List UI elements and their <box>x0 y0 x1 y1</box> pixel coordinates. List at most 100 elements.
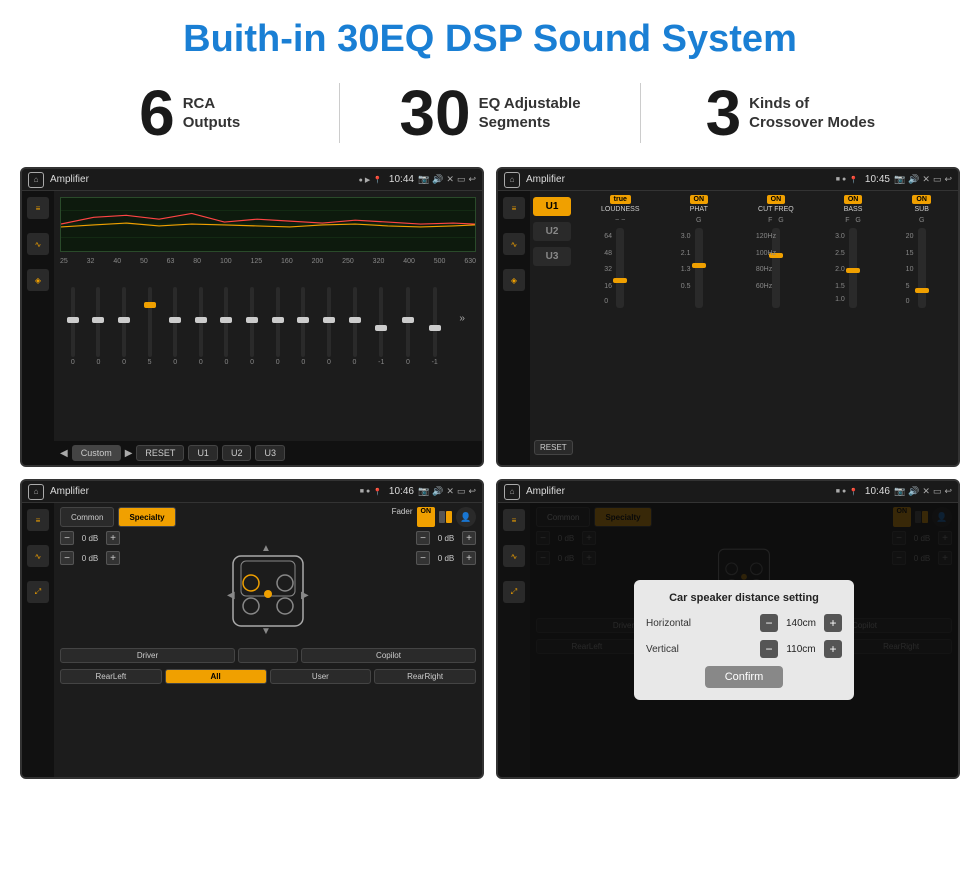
u3-btn-1[interactable]: U3 <box>255 445 285 461</box>
car-layout: ▲ ▼ ◀ ▶ <box>124 531 412 641</box>
user-btn-3[interactable]: User <box>270 669 372 684</box>
wave-icon-1[interactable]: ∿ <box>27 233 49 255</box>
horizontal-minus[interactable]: − <box>760 614 778 632</box>
home-icon-1[interactable]: ⌂ <box>28 172 44 188</box>
vol-minus-br[interactable]: − <box>416 551 430 565</box>
phat-on[interactable]: ON <box>690 195 709 204</box>
vertical-plus[interactable]: + <box>824 640 842 658</box>
home-icon-3[interactable]: ⌂ <box>28 484 44 500</box>
phat-slider[interactable]: 3.0 2.1 1.3 0.5 <box>695 228 703 308</box>
eq-slider-12[interactable]: -1 <box>378 270 384 366</box>
fader-on-badge[interactable]: ON <box>417 507 436 527</box>
loudness-slider[interactable]: 64 48 32 16 0 <box>616 228 624 308</box>
vol-minus-bl[interactable]: − <box>60 551 74 565</box>
eq-slider-14[interactable]: -1 <box>432 270 438 366</box>
vol-plus-bl[interactable]: + <box>106 551 120 565</box>
sub-slider[interactable]: 20 15 10 5 0 <box>918 228 926 308</box>
eq-slider-5[interactable]: 0 <box>199 270 203 366</box>
eq-sliders: 0 0 0 5 0 <box>54 268 482 368</box>
eq-slider-9[interactable]: 0 <box>301 270 305 366</box>
dialog-box: Car speaker distance setting Horizontal … <box>634 580 854 700</box>
vol-plus-br[interactable]: + <box>462 551 476 565</box>
status-bar-2: ⌂ Amplifier ■ ● 📍 10:45 📷 🔊 ✕ ▭ ↩ <box>498 169 958 191</box>
u3-btn[interactable]: U3 <box>533 247 571 266</box>
confirm-button[interactable]: Confirm <box>705 666 784 688</box>
eq-freq-labels: 253240506380100125160200250320400500630 <box>54 258 482 268</box>
eq-slider-0[interactable]: 0 <box>71 270 75 366</box>
stat-divider-2 <box>640 83 641 143</box>
screen-title-1: Amplifier <box>50 174 359 185</box>
speaker-icon-1[interactable]: ◈ <box>27 269 49 291</box>
eq-icon-2[interactable]: ≡ <box>503 197 525 219</box>
time-3: 10:46 <box>389 486 414 497</box>
stat-label-rca: RCAOutputs <box>183 94 241 133</box>
back-icon-1[interactable]: ↩ <box>468 174 476 185</box>
cutfreq-slider[interactable]: 120Hz 100Hz 80Hz 60Hz <box>772 228 780 308</box>
time-2: 10:45 <box>865 174 890 185</box>
vol-plus-tr[interactable]: + <box>462 531 476 545</box>
custom-btn[interactable]: Custom <box>72 445 121 461</box>
eq-icon-3[interactable]: ≡ <box>27 509 49 531</box>
reset-btn-2[interactable]: RESET <box>534 440 573 455</box>
vertical-minus[interactable]: − <box>760 640 778 658</box>
eq-slider-6[interactable]: 0 <box>224 270 228 366</box>
next-icon[interactable]: ▶ <box>125 448 133 459</box>
back-icon-3[interactable]: ↩ <box>468 486 476 497</box>
settings-btn-3[interactable]: 👤 <box>456 507 476 527</box>
eq-slider-8[interactable]: 0 <box>276 270 280 366</box>
wave-icon-2[interactable]: ∿ <box>503 233 525 255</box>
rearright-btn[interactable]: RearRight <box>374 669 476 684</box>
back-icon-4[interactable]: ↩ <box>944 486 952 497</box>
eq-slider-13[interactable]: 0 <box>406 270 410 366</box>
home-icon-2[interactable]: ⌂ <box>504 172 520 188</box>
screen-dialog: ⌂ Amplifier ■ ● 📍 10:46 📷 🔊 ✕ ▭ ↩ ≡ ∿ ⤢ <box>496 479 960 779</box>
u2-btn[interactable]: U2 <box>533 222 571 241</box>
u1-btn-1[interactable]: U1 <box>188 445 218 461</box>
vol-val-tr: 0 dB <box>432 534 460 543</box>
expand-icon-3[interactable]: ⤢ <box>27 581 49 603</box>
all-btn[interactable]: All <box>165 669 267 684</box>
eq-slider-11[interactable]: 0 <box>353 270 357 366</box>
stats-row: 6 RCAOutputs 30 EQ AdjustableSegments 3 … <box>0 71 980 159</box>
expand-icon-4[interactable]: ⤢ <box>503 581 525 603</box>
eq-icon-4[interactable]: ≡ <box>503 509 525 531</box>
wave-icon-4[interactable]: ∿ <box>503 545 525 567</box>
svg-text:▲: ▲ <box>261 543 271 554</box>
bass-on[interactable]: ON <box>844 195 863 204</box>
reset-btn-1[interactable]: RESET <box>136 445 184 461</box>
copilot-btn[interactable]: Copilot <box>301 648 476 663</box>
eq-slider-3[interactable]: 5 <box>148 270 152 366</box>
u2-btn-1[interactable]: U2 <box>222 445 252 461</box>
vol-val-tl: 0 dB <box>76 534 104 543</box>
horizontal-plus[interactable]: + <box>824 614 842 632</box>
status-icons-1: 📷 🔊 ✕ ▭ ↩ <box>418 174 476 185</box>
bass-slider[interactable]: 3.0 2.5 2.0 1.5 1.0 <box>849 228 857 308</box>
loudness-on[interactable]: true <box>610 195 631 204</box>
common-tab-3[interactable]: Common <box>60 507 114 527</box>
vol-minus-tl[interactable]: − <box>60 531 74 545</box>
prev-icon[interactable]: ◀ <box>60 448 68 459</box>
vol-minus-tr[interactable]: − <box>416 531 430 545</box>
screen-body-1: ≡ ∿ ◈ <box>22 191 482 465</box>
eq-slider-4[interactable]: 0 <box>173 270 177 366</box>
status-icons-2: 📷 🔊 ✕ ▭ ↩ <box>894 174 952 185</box>
eq-slider-7[interactable]: 0 <box>250 270 254 366</box>
vol-plus-tl[interactable]: + <box>106 531 120 545</box>
screens-grid: ⌂ Amplifier ● ▶ 📍 10:44 📷 🔊 ✕ ▭ ↩ ≡ ∿ ◈ <box>0 159 980 789</box>
eq-slider-2[interactable]: 0 <box>122 270 126 366</box>
sub-on[interactable]: ON <box>912 195 931 204</box>
back-icon-2[interactable]: ↩ <box>944 174 952 185</box>
u1-btn[interactable]: U1 <box>533 197 571 216</box>
driver-btn[interactable]: Driver <box>60 648 235 663</box>
specialty-tab-3[interactable]: Specialty <box>118 507 175 527</box>
rearleft-btn[interactable]: RearLeft <box>60 669 162 684</box>
eq-slider-10[interactable]: 0 <box>327 270 331 366</box>
cutfreq-on[interactable]: ON <box>767 195 786 204</box>
dialog-title: Car speaker distance setting <box>646 592 842 604</box>
speaker-icon-2[interactable]: ◈ <box>503 269 525 291</box>
eq-slider-1[interactable]: 0 <box>96 270 100 366</box>
u-buttons-col: U1 U2 U3 RESET <box>530 191 574 465</box>
eq-icon-1[interactable]: ≡ <box>27 197 49 219</box>
wave-icon-3[interactable]: ∿ <box>27 545 49 567</box>
home-icon-4[interactable]: ⌂ <box>504 484 520 500</box>
